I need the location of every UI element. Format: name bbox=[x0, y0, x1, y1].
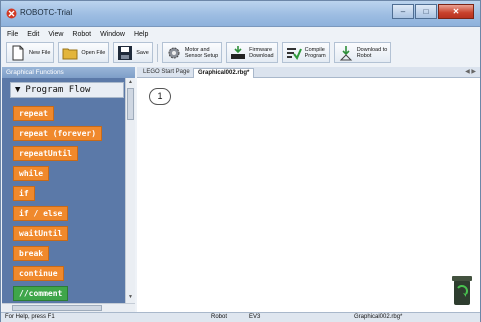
horizontal-scrollbar-thumb[interactable] bbox=[12, 305, 102, 311]
menu-window[interactable]: Window bbox=[100, 31, 125, 38]
block-repeat[interactable]: repeat bbox=[13, 106, 54, 121]
functions-panel-header: Graphical Functions bbox=[2, 67, 135, 78]
block-while[interactable]: while bbox=[13, 166, 50, 181]
graphical-editor-canvas[interactable]: 1 bbox=[137, 78, 480, 312]
scrollbar-thumb[interactable] bbox=[127, 88, 134, 120]
functions-palette: ▼ Program Flow repeat repeat (forever) r… bbox=[2, 78, 125, 303]
menu-view[interactable]: View bbox=[48, 31, 63, 38]
scroll-down-icon[interactable]: ▼ bbox=[126, 293, 135, 302]
palette-vertical-scrollbar[interactable]: ▲ ▼ bbox=[125, 78, 135, 303]
save-button[interactable]: Save bbox=[113, 42, 153, 63]
maximize-icon: □ bbox=[423, 7, 429, 16]
new-file-button[interactable]: New File bbox=[6, 42, 55, 63]
robotc-app-icon bbox=[6, 8, 17, 19]
gear-icon bbox=[168, 47, 180, 58]
document-tabs: LEGO Start Page Graphical002.rbg* ◀ ▶ bbox=[137, 67, 480, 78]
floppy-disk-icon bbox=[118, 45, 133, 60]
scroll-up-icon[interactable]: ▲ bbox=[126, 78, 135, 87]
block-if-else[interactable]: if / else bbox=[13, 206, 69, 221]
minimize-icon: – bbox=[400, 7, 406, 16]
download-to-robot-label: Download to Robot bbox=[356, 46, 388, 59]
robotc-window: ROBOTC-Trial – □ ✕ File Edit View Robot … bbox=[0, 0, 481, 322]
line-number-badge: 1 bbox=[149, 88, 171, 105]
block-continue[interactable]: continue bbox=[13, 266, 64, 281]
close-button[interactable]: ✕ bbox=[438, 4, 474, 19]
firmware-download-label: Firmware Download bbox=[249, 46, 274, 59]
block-wait-until[interactable]: waitUntil bbox=[13, 226, 69, 241]
menu-help[interactable]: Help bbox=[134, 31, 148, 38]
open-file-button[interactable]: Open File bbox=[58, 42, 110, 63]
firmware-download-button[interactable]: Firmware Download bbox=[226, 42, 278, 63]
compile-check-icon bbox=[286, 47, 302, 60]
tab-lego-start-page[interactable]: LEGO Start Page bbox=[139, 68, 194, 78]
open-file-label: Open File bbox=[81, 49, 106, 56]
new-file-icon bbox=[12, 45, 24, 60]
toolbar-separator bbox=[156, 43, 158, 62]
block-repeat-forever[interactable]: repeat (forever) bbox=[13, 126, 103, 141]
block-comment[interactable]: //comment bbox=[13, 286, 69, 301]
block-break[interactable]: break bbox=[13, 246, 50, 261]
block-repeat-until[interactable]: repeatUntil bbox=[13, 146, 78, 161]
menu-bar: File Edit View Robot Window Help bbox=[1, 28, 480, 40]
tab-graphical002[interactable]: Graphical002.rbg* bbox=[193, 68, 255, 78]
folder-icon bbox=[62, 48, 78, 59]
compile-program-button[interactable]: Compile Program bbox=[281, 42, 330, 63]
toolbar: New File Open File Save Motor and Sensor … bbox=[1, 40, 480, 65]
palette-horizontal-scrollbar[interactable] bbox=[2, 303, 135, 312]
status-help: For Help, press F1 bbox=[5, 314, 55, 320]
status-platform: EV3 bbox=[249, 314, 261, 320]
title-bar[interactable]: ROBOTC-Trial – □ ✕ bbox=[1, 1, 480, 27]
category-label: Program Flow bbox=[25, 85, 91, 95]
new-file-label: New File bbox=[29, 49, 51, 56]
menu-edit[interactable]: Edit bbox=[27, 31, 39, 38]
download-arrow-icon bbox=[339, 45, 352, 60]
motor-sensor-setup-button[interactable]: Motor and Sensor Setup bbox=[161, 42, 223, 63]
minimize-button[interactable]: – bbox=[392, 4, 414, 19]
block-if[interactable]: if bbox=[13, 186, 35, 201]
status-bar: For Help, press F1 Robot EV3 Graphical00… bbox=[1, 312, 480, 322]
menu-robot[interactable]: Robot bbox=[72, 31, 91, 38]
menu-file[interactable]: File bbox=[7, 31, 18, 38]
maximize-button[interactable]: □ bbox=[415, 4, 437, 19]
save-label: Save bbox=[136, 49, 149, 56]
compile-program-label: Compile Program bbox=[304, 46, 326, 59]
collapse-triangle-icon[interactable]: ▼ bbox=[15, 85, 20, 95]
close-icon: ✕ bbox=[452, 7, 460, 16]
status-file: Graphical002.rbg* bbox=[354, 314, 403, 320]
download-to-robot-button[interactable]: Download to Robot bbox=[333, 42, 392, 63]
tab-scroll-arrows[interactable]: ◀ ▶ bbox=[465, 68, 476, 75]
window-title: ROBOTC-Trial bbox=[20, 8, 73, 17]
program-flow-category[interactable]: ▼ Program Flow bbox=[10, 82, 124, 98]
trash-can-icon[interactable] bbox=[452, 274, 472, 306]
motor-sensor-setup-label: Motor and Sensor Setup bbox=[184, 46, 219, 59]
status-target: Robot bbox=[211, 314, 228, 320]
firmware-icon bbox=[231, 45, 246, 59]
